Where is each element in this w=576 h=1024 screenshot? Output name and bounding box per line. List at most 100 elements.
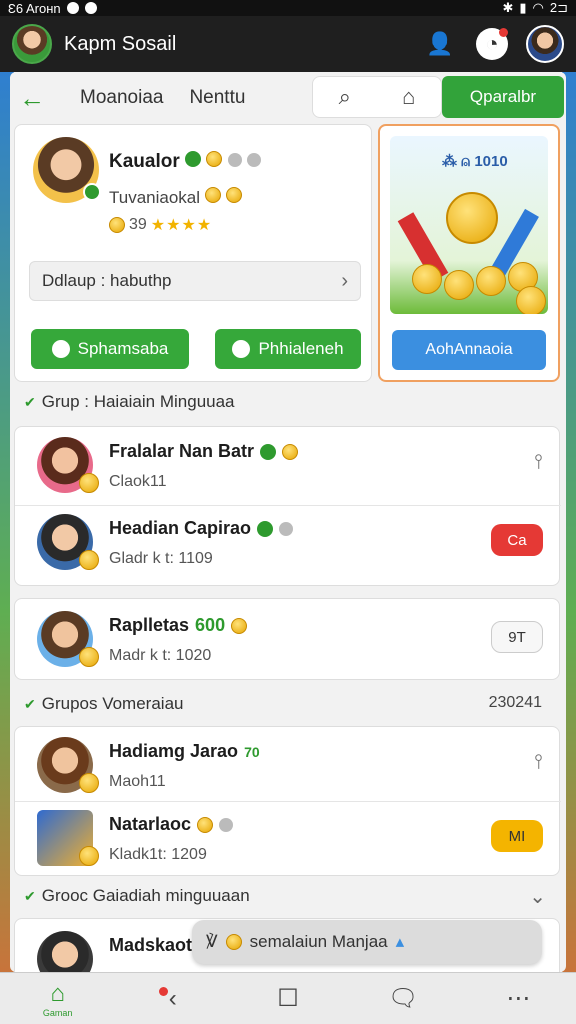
- list-item[interactable]: Raplletas 600 Madr k t: 1020 9T: [15, 603, 561, 677]
- list-item-name: Fralalar Nan Batr: [109, 441, 255, 461]
- status-field-text: Ddlaup : habuthp: [42, 271, 172, 290]
- red-action-button[interactable]: Ca: [491, 524, 543, 556]
- pin-icon[interactable]: ⫯: [534, 751, 543, 774]
- list-item-subtitle: Kladk1t: 1209: [109, 846, 207, 863]
- verified-icon: [83, 183, 101, 201]
- rating-stars-icon: ★★★★: [150, 217, 213, 234]
- chat-icon: [232, 340, 251, 358]
- leaf-badge-icon: [185, 151, 202, 167]
- coin-icon: [79, 647, 99, 667]
- toast-text: semalaiun Manjaa: [249, 932, 388, 951]
- list-item-subtitle: Maoh11: [109, 773, 166, 790]
- search-icon[interactable]: ⌕: [339, 84, 351, 110]
- notification-icon: [84, 2, 97, 14]
- reward-top-label: ⁂ ⍝ 1010: [442, 153, 508, 170]
- status-bar: Ɛ6 Aroнn ✱ ▮ ◠ 2⊐: [0, 0, 576, 16]
- avatar: [37, 931, 93, 972]
- leaf-badge-icon: [260, 443, 277, 460]
- notification-dot: [159, 986, 169, 996]
- check-icon: ✔: [24, 887, 36, 904]
- coin-icon: [225, 934, 242, 950]
- yellow-action-button[interactable]: MI: [491, 820, 543, 852]
- list-item-subtitle: Madr k t: 1020: [109, 647, 212, 664]
- bottom-nav-chat[interactable]: 🗨: [346, 984, 461, 1013]
- battery-text: 2⊐: [549, 0, 568, 15]
- toast-message[interactable]: ℣ semalaiun Manjaa ▴: [192, 920, 542, 964]
- bottom-nav-square[interactable]: ☐: [230, 984, 345, 1013]
- coin-icon: [476, 266, 506, 296]
- bottom-nav-more[interactable]: ⋯: [461, 984, 576, 1013]
- more-icon: ⋯: [506, 985, 531, 1012]
- list-item-name-row: Headian Capirao: [109, 518, 294, 539]
- group-header-1[interactable]: ✔ Grup : Haiaiain Minguuaa: [24, 392, 235, 412]
- coin-icon: [225, 187, 242, 203]
- coin-icon: [79, 773, 99, 793]
- profile-subtitle: Tuvaniaokal: [109, 188, 201, 207]
- list-item-name-row: Madskaot: [109, 935, 192, 956]
- grey-action-button[interactable]: 9T: [491, 621, 543, 653]
- leaf-badge-icon: [257, 520, 274, 537]
- home-icon[interactable]: ⌂: [402, 84, 415, 110]
- back-icon: ‹: [168, 984, 177, 1012]
- nav-icon-group: ⌕ ⌂: [312, 76, 442, 118]
- list-item-name-row: Fralalar Nan Batr: [109, 441, 299, 462]
- group-header-2[interactable]: ✔ Grupos Vomeraiau: [24, 694, 183, 714]
- grey-badge-icon: [227, 153, 242, 167]
- status-selector[interactable]: Ddlaup : habuthp ›: [29, 261, 361, 301]
- main-panel: ← Moanoiaa Nenttu ⌕ ⌂ Qparalbr Kaualor T…: [10, 72, 566, 972]
- list-item[interactable]: Natarlaoc Kladk1t: 1209 MI: [15, 801, 561, 875]
- coin-icon: [79, 846, 99, 866]
- check-icon: ✔: [24, 393, 36, 410]
- action-button-2[interactable]: Phhialeneh: [215, 329, 361, 369]
- bluetooth-icon: ✱: [502, 0, 514, 15]
- bottom-nav-home[interactable]: ⌂ Gaman: [0, 980, 115, 1018]
- user-avatar[interactable]: [526, 25, 564, 63]
- reward-button[interactable]: AohAnnaoia: [392, 330, 546, 370]
- list-item-name: Natarlaoc: [109, 814, 192, 834]
- action-button-1[interactable]: Sphamsaba: [31, 329, 189, 369]
- list-item[interactable]: Headian Capirao Gladr k t: 1109 Ca: [15, 505, 561, 579]
- list-item-name: Raplletas: [109, 615, 190, 635]
- list-item-name-row: Raplletas 600: [109, 615, 248, 636]
- notification-button[interactable]: ◔: [476, 28, 508, 60]
- chevron-right-icon: ›: [341, 269, 348, 292]
- reward-card: ⁂ ⍝ 1010 AohAnnaoia: [378, 124, 560, 382]
- diamond-icon: [51, 340, 70, 358]
- list-item[interactable]: Hadiamg Jarao 70 Maoh11 ⫯: [15, 729, 561, 803]
- app-bar: Kapm Sosail 👤 ◔: [0, 16, 576, 72]
- chat-icon: 🗨: [387, 985, 419, 1012]
- list-item-number: 600: [195, 615, 226, 635]
- group-title-3: Grooc Gaiadiah minguuaan: [41, 886, 250, 905]
- signal-icon: ▮: [519, 0, 527, 15]
- pin-icon[interactable]: ⫯: [534, 451, 543, 474]
- bottom-nav: ⌂ Gaman ‹ ☐ 🗨 ⋯: [0, 972, 576, 1024]
- coin-icon: [206, 151, 223, 167]
- list-item-name-row: Hadiamg Jarao 70: [109, 741, 260, 762]
- sync-icon: [66, 2, 79, 14]
- back-arrow-icon[interactable]: ←: [10, 83, 54, 114]
- profile-name: Kaualor: [109, 151, 180, 172]
- list-item[interactable]: Fralalar Nan Batr Claok11 ⫯: [15, 429, 561, 503]
- coin-icon: [412, 264, 442, 294]
- action-button-2-label: Phhialeneh: [258, 339, 344, 358]
- profile-subtitle-row: Tuvaniaokal: [109, 187, 242, 208]
- app-logo-avatar[interactable]: [12, 24, 52, 64]
- home-label: Gaman: [42, 1007, 73, 1018]
- tab-1[interactable]: Moanoiaa: [80, 87, 163, 109]
- grey-badge-icon: [246, 153, 261, 167]
- profile-icon[interactable]: 👤: [422, 26, 458, 62]
- primary-nav-button[interactable]: Qparalbr: [442, 76, 564, 118]
- group-title-2: Grupos Vomeraiau: [41, 694, 184, 713]
- list-card-1: Fralalar Nan Batr Claok11 ⫯ Headian Capi…: [14, 426, 561, 586]
- coin-icon: [79, 550, 99, 570]
- coin-icon: [444, 270, 474, 300]
- tab-2[interactable]: Nenttu: [189, 87, 245, 109]
- group-header-3[interactable]: ✔ Grooc Gaiadiah minguuaan: [24, 886, 250, 906]
- status-left: Ɛ6 Aroнn: [8, 1, 97, 16]
- chevron-down-icon[interactable]: ⌄: [529, 884, 546, 909]
- square-icon: ☐: [277, 985, 299, 1012]
- reward-image[interactable]: ⁂ ⍝ 1010: [390, 136, 548, 314]
- coin-icon: [109, 217, 125, 233]
- top-nav: ← Moanoiaa Nenttu ⌕ ⌂ Qparalbr: [10, 76, 566, 120]
- bottom-nav-back[interactable]: ‹: [115, 985, 230, 1013]
